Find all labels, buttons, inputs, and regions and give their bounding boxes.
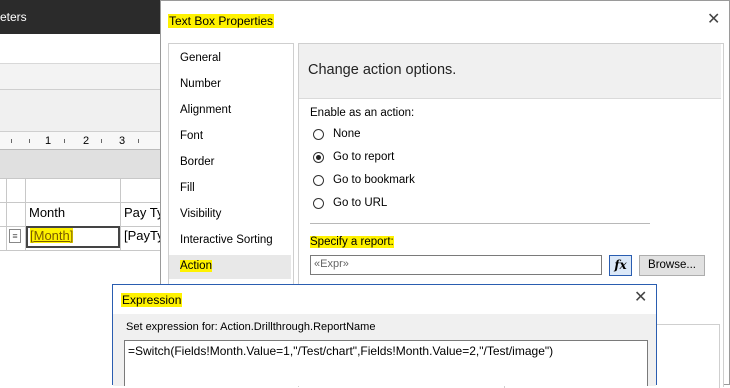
horizontal-ruler: 1 2 3 xyxy=(0,132,160,150)
nav-item-fill[interactable]: Fill xyxy=(169,177,291,201)
section-divider xyxy=(310,223,650,224)
designer-tab-strip xyxy=(0,64,160,90)
month-textbox-cell[interactable]: [Month] xyxy=(26,226,120,248)
radio-circle-icon xyxy=(313,198,324,209)
close-icon[interactable]: ✕ xyxy=(634,290,647,306)
header-cell-month[interactable]: Month xyxy=(27,203,119,225)
enable-action-label: Enable as an action: xyxy=(310,107,415,119)
radio-checked-icon xyxy=(313,152,324,163)
expression-panel: Set expression for: Action.Drillthrough.… xyxy=(113,314,656,386)
set-expression-for-label: Set expression for: Action.Drillthrough.… xyxy=(126,321,376,333)
expression-textarea[interactable]: =Switch(Fields!Month.Value=1,"/Test/char… xyxy=(124,340,648,386)
radio-circle-icon xyxy=(313,175,324,186)
nav-item-font[interactable]: Font xyxy=(169,125,291,149)
nav-item-interactive-sorting[interactable]: Interactive Sorting xyxy=(169,229,291,253)
expression-dialog-title: Expression xyxy=(121,293,183,307)
radio-label: None xyxy=(333,128,361,140)
radio-label: Go to report xyxy=(333,151,395,163)
designer-title-bar: eters xyxy=(0,0,160,34)
nav-item-visibility[interactable]: Visibility xyxy=(169,203,291,227)
designer-pane-area xyxy=(0,90,160,132)
nav-item-general[interactable]: General xyxy=(169,47,291,71)
ruler-label: 3 xyxy=(119,135,126,147)
expression-fx-button[interactable]: fx xyxy=(609,255,632,276)
month-field-expression: [Month] xyxy=(30,228,74,243)
nav-item-action-label: Action xyxy=(180,260,212,272)
dialog-title: Text Box Properties xyxy=(168,14,275,28)
panel-heading: Change action options. xyxy=(308,62,457,78)
paytype-textbox-cell[interactable]: [PayTy xyxy=(122,228,162,248)
radio-label: Go to URL xyxy=(333,197,388,209)
header-cell-paytype[interactable]: Pay Ty xyxy=(122,203,162,225)
browse-button[interactable]: Browse... xyxy=(639,255,705,276)
specify-report-text: Specify a report: xyxy=(310,236,394,248)
designer-title-text: eters xyxy=(0,10,27,24)
nav-item-border[interactable]: Border xyxy=(169,151,291,175)
nav-item-action[interactable]: Action xyxy=(169,255,291,279)
panel-header: Change action options. xyxy=(299,44,721,99)
ruler-label: 2 xyxy=(83,135,90,147)
row-handle-icon[interactable]: ≡ xyxy=(9,229,21,243)
radio-circle-icon xyxy=(313,129,324,140)
close-icon[interactable]: ✕ xyxy=(707,12,720,28)
expression-dialog: Expression ✕ Set expression for: Action.… xyxy=(112,284,657,386)
report-name-input[interactable]: «Expr» xyxy=(310,255,602,275)
nav-item-alignment[interactable]: Alignment xyxy=(169,99,291,123)
specify-report-label: Specify a report: xyxy=(310,236,394,248)
nav-item-number[interactable]: Number xyxy=(169,73,291,97)
ruler-label: 1 xyxy=(45,135,52,147)
radio-label: Go to bookmark xyxy=(333,174,415,186)
designer-toolbar-area xyxy=(0,34,160,64)
